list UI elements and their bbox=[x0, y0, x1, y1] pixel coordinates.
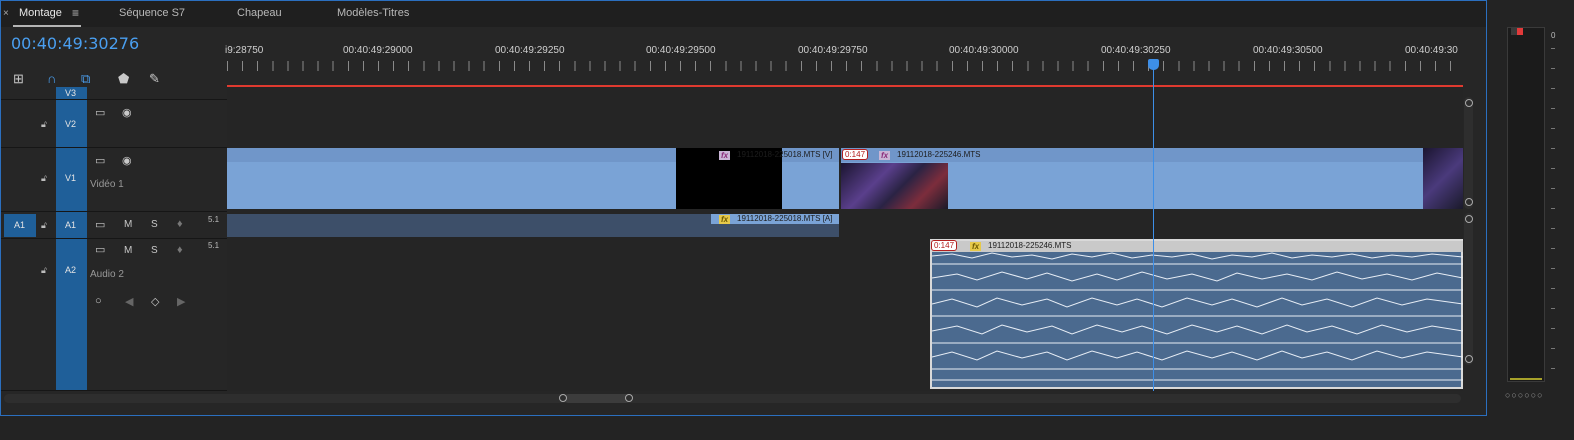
vertical-scrollbar[interactable] bbox=[1464, 97, 1473, 209]
solo-button[interactable]: S bbox=[151, 245, 158, 256]
playhead-timecode[interactable]: 00:40:49:30276 bbox=[11, 34, 139, 53]
tab-modeles-titres[interactable]: Modèles-Titres bbox=[337, 7, 409, 19]
meter-scale-label: 0 bbox=[1551, 31, 1556, 40]
lock-icon[interactable]: 🔓︎ bbox=[41, 220, 47, 231]
video-thumbnail bbox=[1423, 148, 1463, 209]
track-name-video-1[interactable]: Vidéo 1 bbox=[90, 179, 124, 190]
track-name-audio-2[interactable]: Audio 2 bbox=[90, 269, 124, 280]
eye-icon[interactable]: ◉ bbox=[122, 154, 132, 167]
clip-name: 19112018-225246.MTS bbox=[988, 241, 1072, 250]
track-label-a1[interactable]: A1 bbox=[65, 220, 76, 230]
previous-keyframe-icon[interactable]: ◀ bbox=[125, 295, 133, 308]
next-keyframe-icon[interactable]: ▶ bbox=[177, 295, 185, 308]
scroll-handle[interactable] bbox=[1465, 215, 1473, 223]
snap-icon[interactable]: ∩ bbox=[47, 71, 56, 86]
level-bar bbox=[1510, 378, 1542, 380]
ruler-label: 00:40:49:30500 bbox=[1253, 45, 1323, 56]
close-tab-icon[interactable]: × bbox=[3, 8, 9, 19]
clip-name: 19112018-225018.MTS [V] bbox=[737, 150, 833, 159]
mute-button[interactable]: M bbox=[124, 245, 132, 256]
scroll-handle[interactable] bbox=[1465, 198, 1473, 206]
ruler-label: 00:40:49:30 bbox=[1405, 45, 1458, 56]
microphone-icon[interactable]: ♦ bbox=[177, 218, 183, 230]
channel-format: 5.1 bbox=[208, 241, 220, 250]
linked-selection-icon[interactable]: ⧉ bbox=[81, 71, 90, 87]
zoom-handle-right[interactable] bbox=[625, 394, 633, 402]
panel-menu-icon[interactable]: ≡ bbox=[72, 6, 79, 20]
ruler-label: 00:40:49:30000 bbox=[949, 45, 1019, 56]
peak-indicator bbox=[1517, 28, 1523, 35]
horizontal-scrollbar[interactable] bbox=[4, 394, 1461, 403]
ruler-label: i9:28750 bbox=[225, 45, 264, 56]
add-keyframe-icon[interactable]: ◇ bbox=[151, 295, 159, 308]
camera-icon[interactable]: ▭ bbox=[95, 154, 105, 167]
mute-button[interactable]: M bbox=[124, 219, 132, 230]
microphone-icon[interactable]: ♦ bbox=[177, 244, 183, 256]
lock-icon[interactable]: 🔓︎ bbox=[41, 119, 47, 130]
speed-badge[interactable]: 0:147 bbox=[842, 149, 869, 160]
audio-meter bbox=[1507, 27, 1545, 382]
track-headers bbox=[1, 87, 227, 391]
tab-chapeau[interactable]: Chapeau bbox=[237, 7, 282, 19]
timeline-tracks[interactable]: fx 19112018-225018.MTS [V] 0:147 fx 1911… bbox=[227, 87, 1463, 391]
track-target-column[interactable] bbox=[56, 87, 87, 391]
fx-badge[interactable]: fx bbox=[970, 242, 982, 251]
fx-badge[interactable]: fx bbox=[879, 151, 891, 160]
fx-badge[interactable]: fx bbox=[719, 151, 731, 160]
video-thumbnail bbox=[841, 163, 948, 209]
voiceover-icon[interactable]: ▭ bbox=[95, 243, 105, 256]
sequence-nest-icon[interactable]: ⊞ bbox=[13, 71, 24, 87]
clip-name: 19112018-225018.MTS [A] bbox=[737, 214, 833, 223]
audio-waveform bbox=[932, 252, 1463, 381]
add-marker-icon[interactable]: ⬟ bbox=[118, 71, 129, 87]
active-tab-underline bbox=[13, 25, 81, 27]
time-ruler[interactable] bbox=[227, 61, 1463, 71]
source-label-a1[interactable]: A1 bbox=[14, 220, 25, 230]
track-label-v2[interactable]: V2 bbox=[65, 119, 76, 129]
eye-icon[interactable]: ◉ bbox=[122, 106, 132, 119]
zoom-handle-left[interactable] bbox=[559, 394, 567, 402]
solo-channel-buttons[interactable]: ○○○○○○ bbox=[1505, 390, 1544, 400]
speed-badge[interactable]: 0:147 bbox=[931, 240, 958, 251]
audio-meter-panel: 0 ○○○○○○ bbox=[1488, 0, 1574, 416]
ruler-label: 00:40:49:29750 bbox=[798, 45, 868, 56]
track-label-a2[interactable]: A2 bbox=[65, 265, 76, 275]
timeline-panel: × Montage ≡ Séquence S7 Chapeau Modèles-… bbox=[0, 0, 1487, 416]
ruler-label: 00:40:49:29250 bbox=[495, 45, 565, 56]
ruler-label: 00:40:49:29000 bbox=[343, 45, 413, 56]
tab-sequence-s7[interactable]: Séquence S7 bbox=[119, 7, 185, 19]
ruler-label: 00:40:49:30250 bbox=[1101, 45, 1171, 56]
lock-icon[interactable]: 🔓︎ bbox=[41, 265, 47, 276]
clip-name: 19112018-225246.MTS bbox=[897, 150, 981, 159]
tab-bar: × Montage ≡ Séquence S7 Chapeau Modèles-… bbox=[1, 1, 1486, 27]
track-label-v3[interactable]: V3 bbox=[65, 88, 76, 98]
zoom-scroll-thumb[interactable] bbox=[564, 394, 630, 403]
solo-button[interactable]: S bbox=[151, 219, 158, 230]
keyframe-toggle-icon[interactable]: ○ bbox=[95, 295, 102, 307]
vertical-scrollbar[interactable] bbox=[1464, 213, 1473, 365]
track-label-v1[interactable]: V1 bbox=[65, 173, 76, 183]
voiceover-icon[interactable]: ▭ bbox=[95, 218, 105, 231]
channel-format: 5.1 bbox=[208, 215, 220, 224]
camera-icon[interactable]: ▭ bbox=[95, 106, 105, 119]
tab-montage[interactable]: Montage bbox=[19, 7, 62, 19]
scroll-handle[interactable] bbox=[1465, 99, 1473, 107]
fx-badge[interactable]: fx bbox=[719, 215, 731, 224]
scroll-handle[interactable] bbox=[1465, 355, 1473, 363]
lock-icon[interactable]: 🔓︎ bbox=[41, 173, 47, 184]
playhead-line[interactable] bbox=[1153, 65, 1154, 391]
wrench-icon[interactable]: ✎ bbox=[149, 71, 160, 87]
playhead-handle[interactable] bbox=[1148, 59, 1159, 70]
ruler-label: 00:40:49:29500 bbox=[646, 45, 716, 56]
meter-scale bbox=[1551, 48, 1555, 378]
